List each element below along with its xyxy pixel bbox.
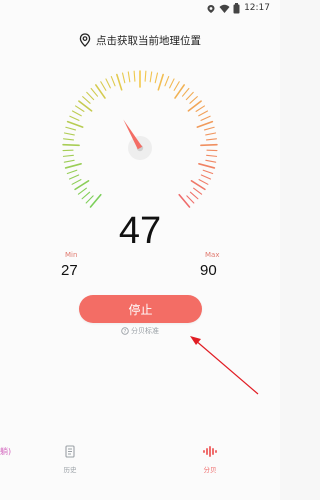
gauge-tick bbox=[63, 132, 75, 136]
gauge-tick bbox=[62, 143, 80, 147]
annotation-arrow-head bbox=[190, 336, 201, 345]
nav-left-partial-label: 躺) bbox=[0, 447, 12, 456]
gauge-tick bbox=[198, 162, 216, 169]
gauge-tick bbox=[105, 78, 111, 89]
decibel-standard-text: 分贝标准 bbox=[131, 327, 159, 335]
gauge-tick bbox=[69, 115, 80, 121]
gauge-tick bbox=[71, 110, 82, 117]
gauge-tick bbox=[195, 105, 206, 112]
gauge-tick bbox=[77, 187, 87, 195]
gauge-tick bbox=[196, 120, 214, 128]
max-label: Max bbox=[205, 251, 220, 259]
gauge-tick bbox=[62, 154, 74, 157]
sound-wave-icon bbox=[203, 446, 217, 457]
gauge-tick bbox=[205, 159, 217, 163]
gauge-tick bbox=[86, 91, 95, 101]
gauge-tick bbox=[63, 159, 75, 163]
gauge-tick bbox=[82, 96, 91, 104]
gauge-tick bbox=[66, 169, 78, 175]
gauge-tick bbox=[74, 105, 85, 112]
gauge-tick bbox=[100, 81, 107, 91]
gauge-tick bbox=[193, 187, 203, 195]
gauge-tick bbox=[121, 72, 126, 84]
current-decibel-value: 47 bbox=[118, 210, 162, 252]
gauge-tick bbox=[181, 87, 190, 97]
gauge-tick bbox=[144, 70, 147, 82]
gauge-tick bbox=[68, 174, 80, 180]
gauge-tick bbox=[200, 115, 211, 121]
gauge-tick bbox=[133, 70, 136, 82]
nav-decibel[interactable]: 分贝 bbox=[190, 443, 230, 474]
gauge-tick bbox=[64, 162, 82, 169]
gauge-tick bbox=[206, 154, 218, 157]
gauge-tick bbox=[116, 73, 123, 91]
gauge-tick bbox=[198, 179, 209, 185]
history-icon bbox=[65, 445, 75, 458]
nav-history[interactable]: 历史 bbox=[50, 443, 90, 474]
decibel-meter-screen: 12:17 点击获取当前地理位置 47 Min 27 Max 90 停止 ? 分… bbox=[0, 0, 280, 500]
gauge-tick bbox=[198, 110, 209, 117]
annotation-arrow-line bbox=[194, 339, 259, 395]
gauge-tick bbox=[90, 87, 99, 97]
gauge-tick bbox=[189, 96, 198, 104]
gauge-tick bbox=[186, 195, 195, 204]
gauge-tick bbox=[200, 143, 218, 147]
gauge-tick bbox=[85, 195, 94, 204]
gauge-tick bbox=[149, 71, 153, 83]
svg-text:?: ? bbox=[124, 329, 127, 335]
question-circle-icon: ? bbox=[121, 327, 129, 335]
gauge-tick bbox=[157, 73, 164, 91]
gauge-tick bbox=[185, 91, 194, 101]
gauge-tick bbox=[127, 71, 131, 83]
gauge-tick bbox=[205, 132, 217, 136]
max-value: 90 bbox=[200, 262, 217, 279]
gauge-tick bbox=[169, 78, 175, 89]
gauge-tick bbox=[173, 81, 180, 91]
stop-button[interactable]: 停止 bbox=[79, 295, 202, 323]
gauge-tick bbox=[110, 75, 116, 87]
gauge-tick bbox=[200, 174, 212, 180]
gauge-tick bbox=[62, 138, 75, 141]
min-value: 27 bbox=[61, 262, 78, 279]
decibel-standard-link[interactable]: ? 分贝标准 bbox=[0, 325, 280, 337]
bottom-nav: 躺) 历史 分贝 bbox=[0, 432, 280, 500]
gauge-tick bbox=[65, 126, 77, 131]
gauge-tick bbox=[154, 72, 159, 84]
nav-history-label: 历史 bbox=[63, 466, 77, 474]
min-label: Min bbox=[65, 251, 78, 259]
gauge-tick bbox=[189, 191, 199, 200]
gauge-tick bbox=[71, 179, 82, 185]
gauge-tick bbox=[203, 126, 215, 131]
gauge-tick bbox=[66, 120, 84, 128]
gauge-tick bbox=[81, 191, 91, 200]
gauge-tick bbox=[202, 169, 214, 175]
nav-decibel-label: 分贝 bbox=[203, 466, 217, 474]
gauge-tick bbox=[164, 75, 170, 87]
gauge-tick bbox=[205, 138, 217, 141]
